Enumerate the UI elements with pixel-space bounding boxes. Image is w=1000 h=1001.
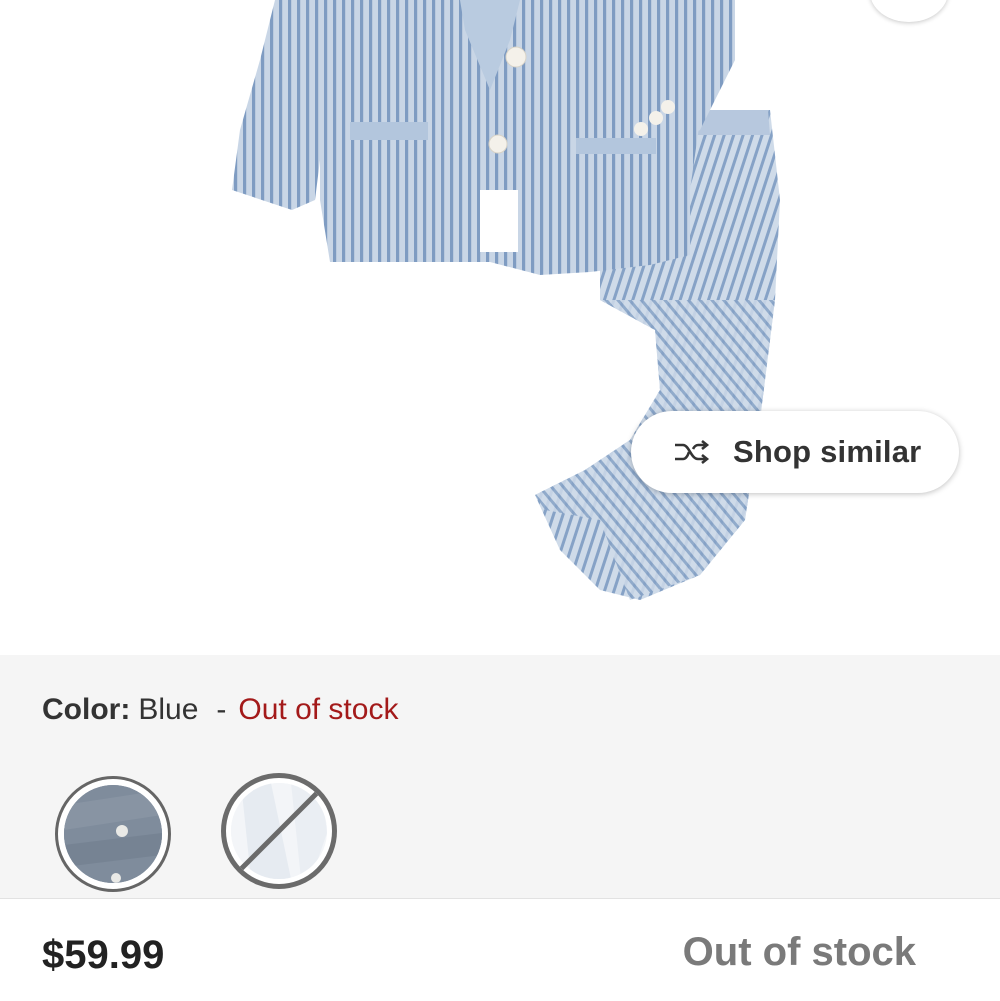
color-label: Color: xyxy=(42,693,131,726)
shop-similar-label: Shop similar xyxy=(733,434,922,469)
swatch-blue-image xyxy=(64,785,162,883)
product-image[interactable] xyxy=(0,0,1000,655)
swatch-blue[interactable] xyxy=(55,776,171,892)
color-value: Blue xyxy=(138,693,199,726)
color-availability: Out of stock xyxy=(238,693,399,726)
product-image-area: Shop similar xyxy=(0,0,1000,655)
price: $59.99 xyxy=(42,933,165,977)
color-selection-line: Color: Blue - Out of stock xyxy=(42,693,398,727)
purchase-bar: $59.99 Out of stock xyxy=(0,898,1000,1001)
shuffle-icon xyxy=(673,437,711,467)
out-of-stock-status: Out of stock xyxy=(682,930,916,974)
swatch-white-unavailable[interactable] xyxy=(221,773,337,889)
unavailable-slash-icon xyxy=(238,790,320,872)
variant-panel: Color: Blue - Out of stock xyxy=(0,655,1000,898)
shop-similar-button[interactable]: Shop similar xyxy=(631,411,959,493)
color-separator: - xyxy=(216,693,227,726)
